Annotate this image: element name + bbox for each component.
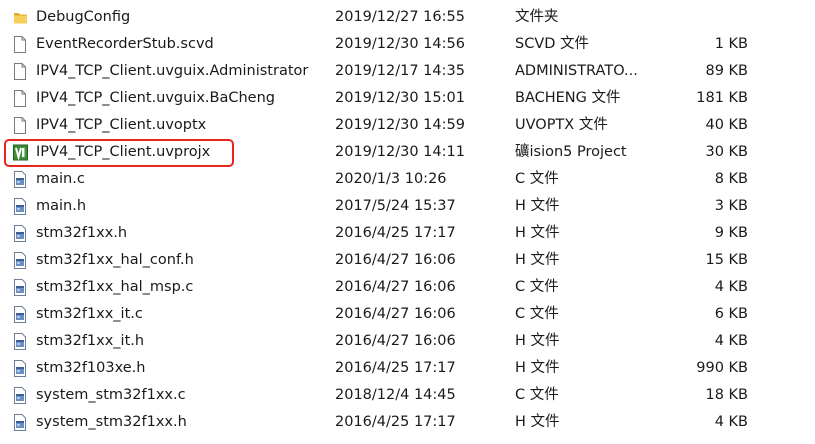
file-date-modified: 2019/12/30 14:11 [335, 144, 465, 160]
file-name: stm32f103xe.h [36, 360, 146, 376]
file-name: main.h [36, 198, 87, 214]
file-size: 9 KB [714, 225, 748, 241]
source-file-icon [13, 333, 27, 350]
file-name: IPV4_TCP_Client.uvguix.BaCheng [36, 90, 275, 106]
source-file-icon [13, 198, 27, 215]
file-name: stm32f1xx_it.c [36, 306, 143, 322]
file-row[interactable]: stm32f1xx_hal_conf.h 2016/4/27 16:06 H 文件 1… [0, 247, 815, 274]
source-file-icon [13, 360, 27, 377]
file-name: DebugConfig [36, 9, 131, 25]
file-type: UVOPTX 文件 [515, 117, 608, 133]
file-size: 3 KB [714, 198, 748, 214]
file-size: 8 KB [714, 171, 748, 187]
source-file-icon [13, 171, 27, 188]
file-size: 6 KB [714, 306, 748, 322]
file-row[interactable]: main.c 2020/1/3 10:26 C 文件 8 KB [0, 166, 815, 193]
file-date-modified: 2019/12/30 15:01 [335, 90, 465, 106]
file-date-modified: 2020/1/3 10:26 [335, 171, 447, 187]
file-icon [13, 117, 27, 134]
file-type: 礦ision5 Project [515, 144, 627, 160]
file-size: 30 KB [705, 144, 748, 160]
file-row[interactable]: stm32f103xe.h 2016/4/25 17:17 H 文件 990 KB [0, 355, 815, 382]
file-row[interactable]: DebugConfig 2019/12/27 16:55 文件夹 [0, 4, 815, 31]
file-type: H 文件 [515, 360, 560, 376]
file-size: 15 KB [705, 252, 748, 268]
file-type: H 文件 [515, 414, 560, 430]
file-type: C 文件 [515, 279, 559, 295]
file-name: system_stm32f1xx.h [36, 414, 187, 430]
file-date-modified: 2016/4/27 16:06 [335, 252, 456, 268]
file-type: C 文件 [515, 387, 559, 403]
file-row[interactable]: IPV4_TCP_Client.uvguix.BaCheng 2019/12/30… [0, 85, 815, 112]
source-file-icon [13, 387, 27, 404]
file-name: stm32f1xx.h [36, 225, 128, 241]
file-size: 18 KB [705, 387, 748, 403]
file-list: DebugConfig 2019/12/27 16:55 文件夹 EventRecor… [0, 4, 815, 436]
file-size: 4 KB [714, 333, 748, 349]
source-file-icon [13, 306, 27, 323]
file-row[interactable]: system_stm32f1xx.h 2016/4/25 17:17 H 文件 4 K… [0, 409, 815, 436]
file-date-modified: 2016/4/25 17:17 [335, 225, 456, 241]
file-row[interactable]: system_stm32f1xx.c 2018/12/4 14:45 C 文件 18 … [0, 382, 815, 409]
file-row[interactable]: EventRecorderStub.scvd 2019/12/30 14:56 SC… [0, 31, 815, 58]
file-type: SCVD 文件 [515, 36, 590, 52]
file-row[interactable]: main.h 2017/5/24 15:37 H 文件 3 KB [0, 193, 815, 220]
file-type: C 文件 [515, 306, 559, 322]
file-name: main.c [36, 171, 85, 187]
file-date-modified: 2016/4/27 16:06 [335, 279, 456, 295]
file-type: H 文件 [515, 225, 560, 241]
file-size: 1 KB [714, 36, 748, 52]
file-date-modified: 2016/4/27 16:06 [335, 333, 456, 349]
file-row[interactable]: stm32f1xx_hal_msp.c 2016/4/27 16:06 C 文件 4 … [0, 274, 815, 301]
file-size: 89 KB [705, 63, 748, 79]
file-size: 990 KB [696, 360, 748, 376]
file-date-modified: 2016/4/27 16:06 [335, 306, 456, 322]
file-date-modified: 2017/5/24 15:37 [335, 198, 456, 214]
source-file-icon [13, 252, 27, 269]
file-type: 文件夹 [515, 9, 559, 25]
keil-project-icon [13, 144, 28, 161]
file-icon [13, 90, 27, 107]
file-date-modified: 2016/4/25 17:17 [335, 360, 456, 376]
folder-icon [13, 9, 27, 26]
file-name: stm32f1xx_hal_msp.c [36, 279, 194, 295]
source-file-icon [13, 414, 27, 431]
file-row[interactable]: IPV4_TCP_Client.uvguix.Administrator 2019… [0, 58, 815, 85]
file-type: H 文件 [515, 252, 560, 268]
source-file-icon [13, 279, 27, 296]
file-date-modified: 2016/4/25 17:17 [335, 414, 456, 430]
file-row[interactable]: IPV4_TCP_Client.uvoptx 2019/12/30 14:59 UV… [0, 112, 815, 139]
file-date-modified: 2019/12/30 14:56 [335, 36, 465, 52]
file-size: 181 KB [696, 90, 748, 106]
file-row[interactable]: stm32f1xx_it.c 2016/4/27 16:06 C 文件 6 KB [0, 301, 815, 328]
file-type: BACHENG 文件 [515, 90, 621, 106]
file-name: system_stm32f1xx.c [36, 387, 186, 403]
file-date-modified: 2018/12/4 14:45 [335, 387, 456, 403]
file-icon [13, 36, 27, 53]
source-file-icon [13, 225, 27, 242]
file-row[interactable]: stm32f1xx.h 2016/4/25 17:17 H 文件 9 KB [0, 220, 815, 247]
file-name: EventRecorderStub.scvd [36, 36, 214, 52]
file-row[interactable]: IPV4_TCP_Client.uvprojx 2019/12/30 14:11 礦… [0, 139, 815, 167]
file-date-modified: 2019/12/17 14:35 [335, 63, 465, 79]
file-type: H 文件 [515, 198, 560, 214]
file-date-modified: 2019/12/27 16:55 [335, 9, 465, 25]
file-size: 4 KB [714, 414, 748, 430]
file-name: stm32f1xx_hal_conf.h [36, 252, 194, 268]
file-size: 4 KB [714, 279, 748, 295]
file-size: 40 KB [705, 117, 748, 133]
file-date-modified: 2019/12/30 14:59 [335, 117, 465, 133]
file-type: H 文件 [515, 333, 560, 349]
file-name: IPV4_TCP_Client.uvoptx [36, 117, 207, 133]
file-type: ADMINISTRATO... [515, 63, 638, 79]
file-row[interactable]: stm32f1xx_it.h 2016/4/27 16:06 H 文件 4 KB [0, 328, 815, 355]
file-name: IPV4_TCP_Client.uvguix.Administrator [36, 63, 309, 79]
file-type: C 文件 [515, 171, 559, 187]
file-name: stm32f1xx_it.h [36, 333, 145, 349]
file-icon [13, 63, 27, 80]
file-name: IPV4_TCP_Client.uvprojx [36, 144, 211, 160]
